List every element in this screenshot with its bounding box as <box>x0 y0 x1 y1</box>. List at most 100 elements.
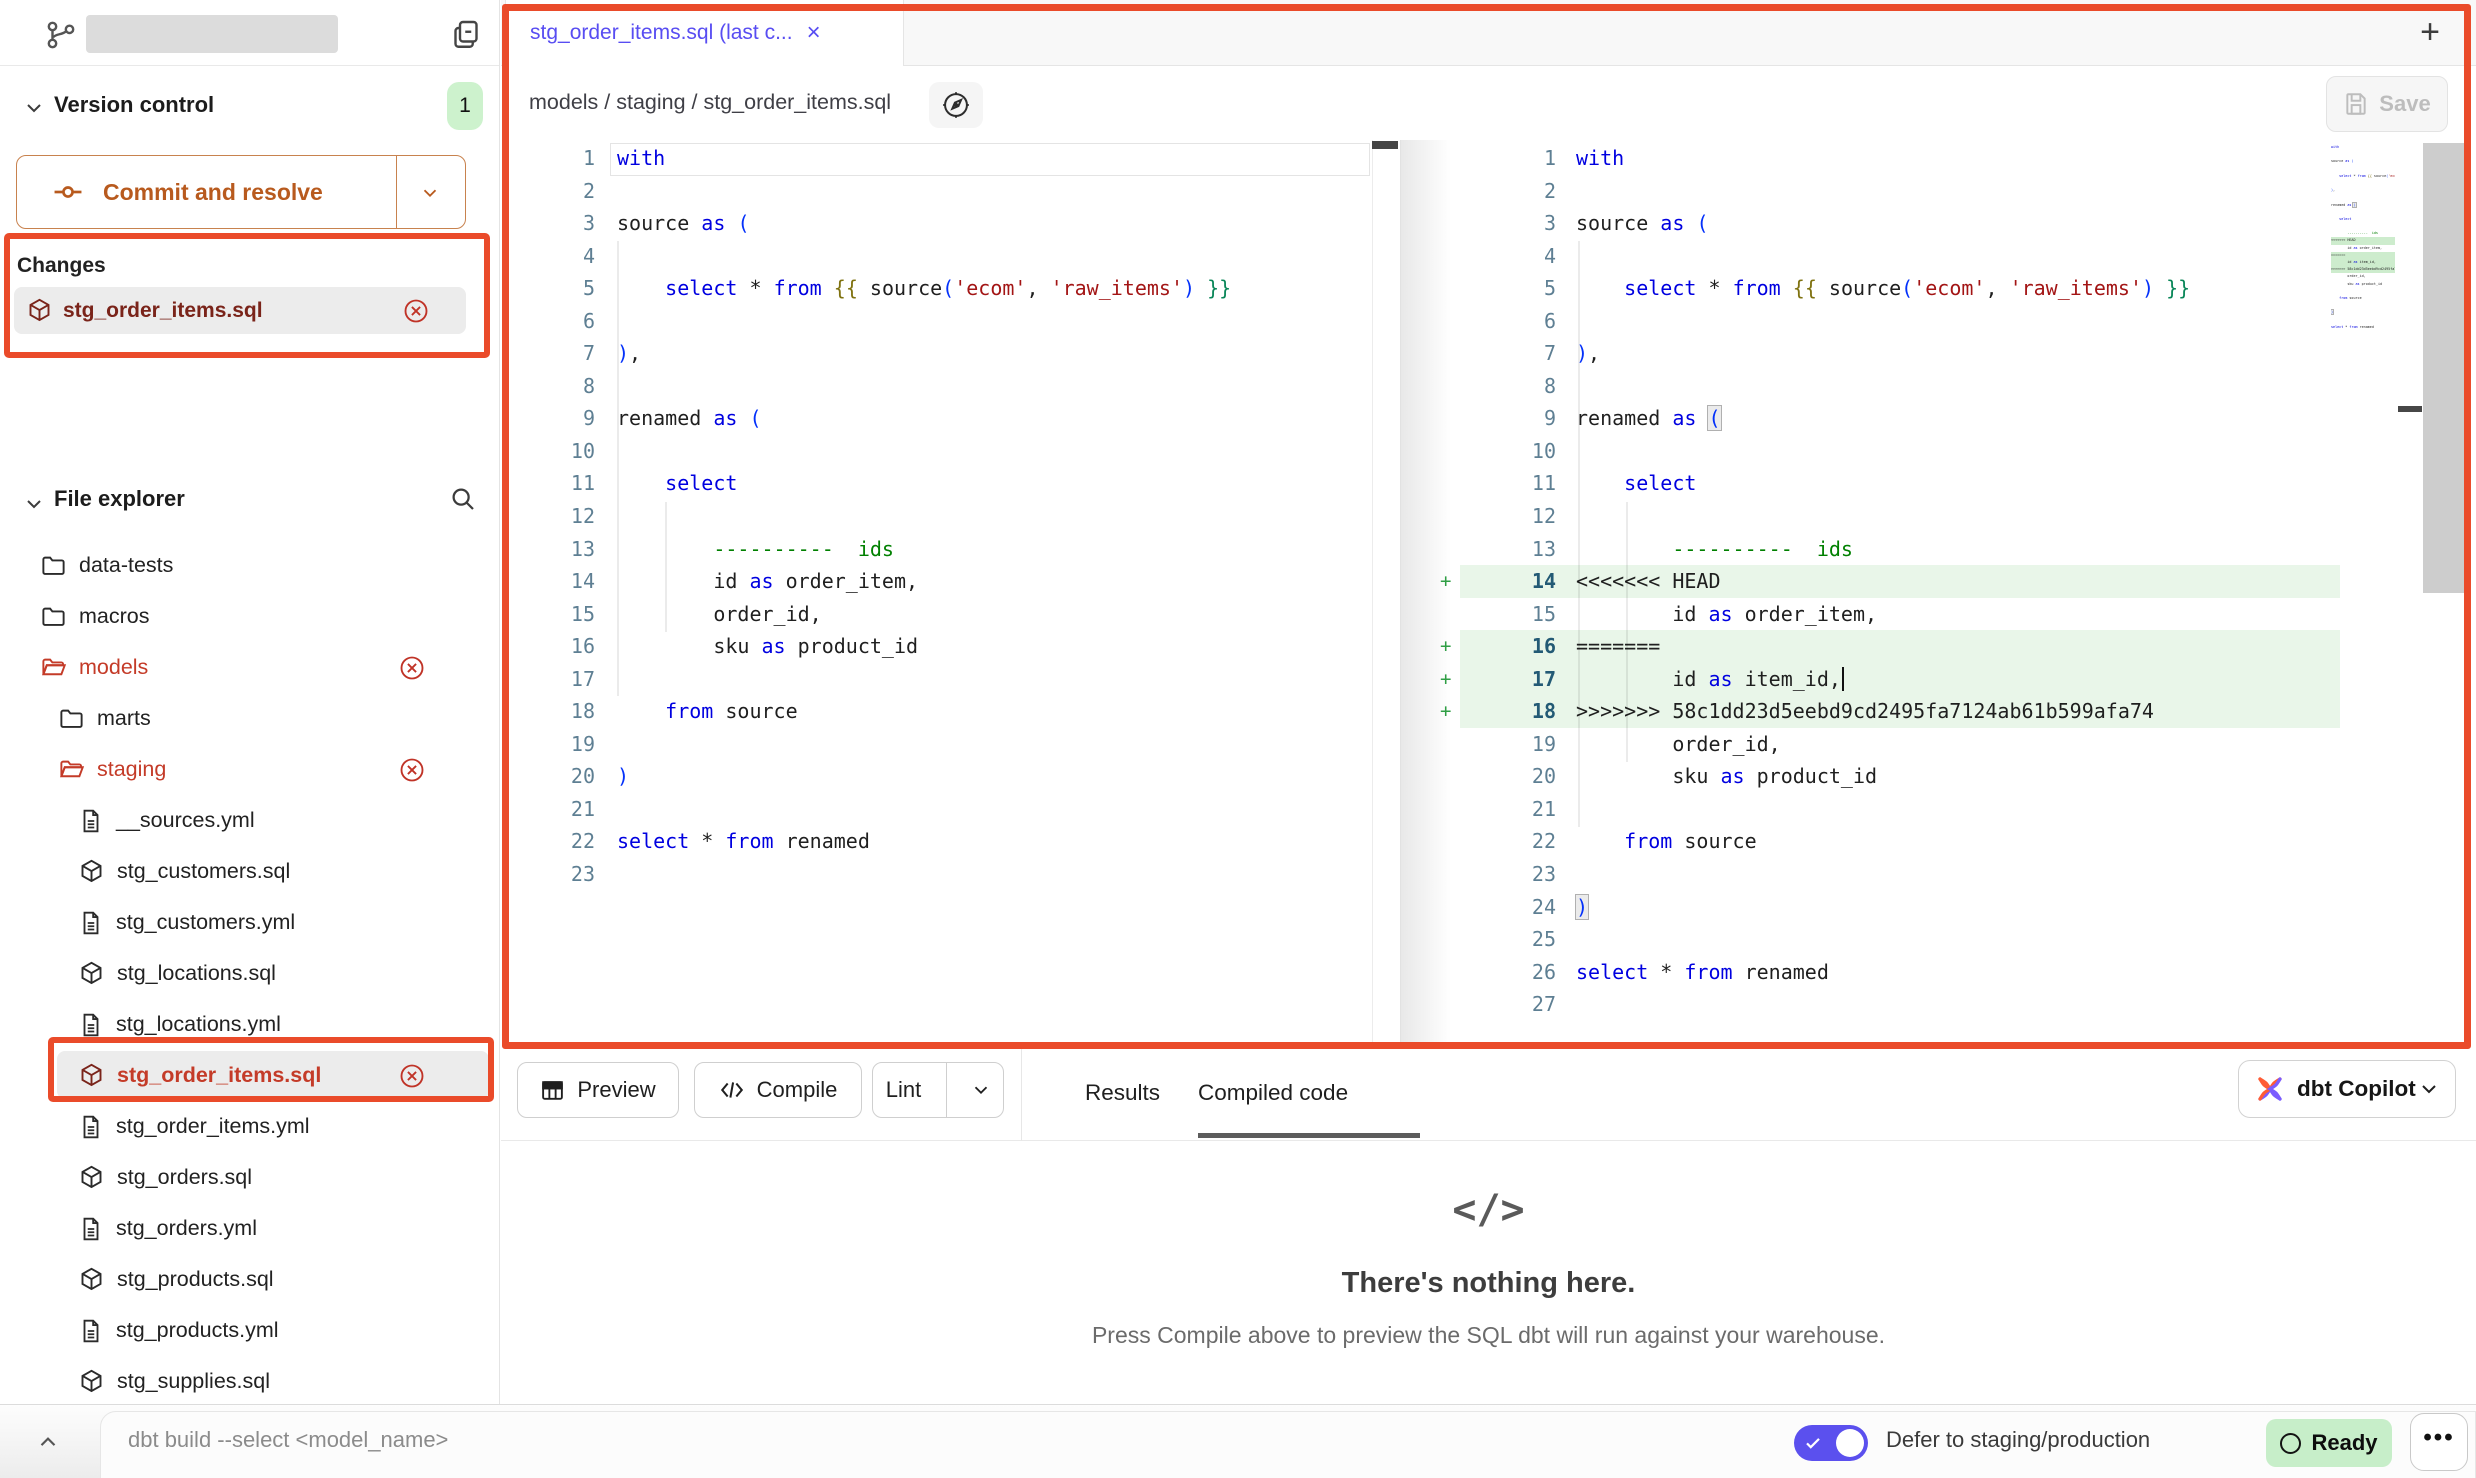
file-tree-item-marts[interactable]: marts <box>0 693 499 744</box>
tab-stg-order-items[interactable]: stg_order_items.sql (last c... × <box>505 0 904 66</box>
tab-compiled-code[interactable]: Compiled code <box>1198 1049 1348 1137</box>
compile-button[interactable]: Compile <box>694 1062 862 1118</box>
code-line-11[interactable]: 11 select <box>1440 467 2340 500</box>
code-line-4[interactable]: 4 <box>507 240 1373 273</box>
discard-change-icon[interactable] <box>398 756 426 784</box>
code-line-16[interactable]: 16 sku as product_id <box>507 630 1373 663</box>
code-line-13[interactable]: 13 ---------- ids <box>1440 533 2340 566</box>
code-line-11[interactable]: 11 select <box>507 467 1373 500</box>
code-line-10[interactable]: 10 <box>507 435 1373 468</box>
code-line-12[interactable]: 12 <box>1440 500 2340 533</box>
defer-toggle[interactable] <box>1794 1425 1868 1461</box>
code-line-5[interactable]: 5 select * from {{ source('ecom', 'raw_i… <box>507 272 1373 305</box>
code-line-19[interactable]: 19 order_id, <box>1440 728 2340 761</box>
file-tree-item--sources-yml[interactable]: __sources.yml <box>0 795 499 846</box>
code-line-3[interactable]: 3source as ( <box>1440 207 2340 240</box>
overflow-menu-button[interactable]: ••• <box>2410 1413 2468 1471</box>
file-tree-item-stg-customers-sql[interactable]: stg_customers.sql <box>0 846 499 897</box>
code-line-18[interactable]: +18>>>>>>> 58c1dd23d5eebd9cd2495fa7124ab… <box>1440 695 2340 728</box>
code-line-2[interactable]: 2 <box>507 175 1373 208</box>
discard-change-icon[interactable] <box>398 1062 426 1090</box>
code-line-23[interactable]: 23 <box>507 858 1373 891</box>
code-line-22[interactable]: 22 from source <box>1440 825 2340 858</box>
file-tree-item-stg-orders-sql[interactable]: stg_orders.sql <box>0 1152 499 1203</box>
code-line-17[interactable]: 17 <box>507 663 1373 696</box>
code-line-1[interactable]: 1with <box>1440 142 2340 175</box>
preview-button[interactable]: Preview <box>517 1062 679 1118</box>
file-tree-item-data-tests[interactable]: data-tests <box>0 540 499 591</box>
chevron-down-icon[interactable] <box>22 96 46 120</box>
commit-dropdown-chevron-icon[interactable] <box>417 182 443 204</box>
file-tree-item-stg-products-yml[interactable]: stg_products.yml <box>0 1305 499 1356</box>
code-line-20[interactable]: 20 sku as product_id <box>1440 760 2340 793</box>
copy-docs-icon[interactable] <box>448 16 484 52</box>
editor-scrollbar-thumb[interactable] <box>2423 143 2468 593</box>
code-line-23[interactable]: 23 <box>1440 858 2340 891</box>
file-tree-item-stg-locations-yml[interactable]: stg_locations.yml <box>0 999 499 1050</box>
minimap[interactable]: withsource as ( select * from {{ source(… <box>2331 144 2395 338</box>
code-line-7[interactable]: 7), <box>507 337 1373 370</box>
new-tab-button[interactable]: + <box>2410 12 2450 52</box>
discard-change-icon[interactable] <box>402 297 430 325</box>
tab-results[interactable]: Results <box>1085 1049 1160 1137</box>
code-line-9[interactable]: 9renamed as ( <box>1440 402 2340 435</box>
file-tree-item-staging[interactable]: staging <box>0 744 499 795</box>
code-line-19[interactable]: 19 <box>507 728 1373 761</box>
connection-status-badge[interactable]: Ready <box>2266 1419 2392 1467</box>
code-line-26[interactable]: 26select * from renamed <box>1440 956 2340 989</box>
code-line-15[interactable]: 15 id as order_item, <box>1440 598 2340 631</box>
commit-and-resolve-button[interactable]: Commit and resolve <box>16 155 466 229</box>
code-line-21[interactable]: 21 <box>507 793 1373 826</box>
file-tree-item-stg-order-items-yml[interactable]: stg_order_items.yml <box>0 1101 499 1152</box>
code-line-5[interactable]: 5 select * from {{ source('ecom', 'raw_i… <box>1440 272 2340 305</box>
file-tree-item-stg-supplies-sql[interactable]: stg_supplies.sql <box>0 1356 499 1407</box>
code-line-27[interactable]: 27 <box>1440 988 2340 1021</box>
code-line-17[interactable]: +17 id as item_id, <box>1440 663 2340 696</box>
file-tree-item-stg-customers-yml[interactable]: stg_customers.yml <box>0 897 499 948</box>
tab-close-icon[interactable]: × <box>807 19 821 47</box>
save-button[interactable]: Save <box>2326 76 2448 132</box>
code-line-8[interactable]: 8 <box>1440 370 2340 403</box>
code-line-1[interactable]: 1with <box>507 142 1373 175</box>
changed-file-row[interactable]: stg_order_items.sql <box>14 287 466 334</box>
code-line-22[interactable]: 22select * from renamed <box>507 825 1373 858</box>
file-tree-item-stg-order-items-sql[interactable]: stg_order_items.sql <box>0 1050 499 1101</box>
branch-icon[interactable] <box>44 18 78 52</box>
chevron-down-icon[interactable] <box>22 492 46 516</box>
file-tree-item-stg-locations-sql[interactable]: stg_locations.sql <box>0 948 499 999</box>
code-line-14[interactable]: 14 id as order_item, <box>507 565 1373 598</box>
code-line-9[interactable]: 9renamed as ( <box>507 402 1373 435</box>
code-line-12[interactable]: 12 <box>507 500 1373 533</box>
file-tree-item-models[interactable]: models <box>0 642 499 693</box>
discard-change-icon[interactable] <box>398 654 426 682</box>
lint-dropdown-chevron-icon[interactable] <box>959 1079 1003 1101</box>
code-line-16[interactable]: +16======= <box>1440 630 2340 663</box>
code-line-6[interactable]: 6 <box>507 305 1373 338</box>
code-line-21[interactable]: 21 <box>1440 793 2340 826</box>
code-line-13[interactable]: 13 ---------- ids <box>507 533 1373 566</box>
command-input-placeholder[interactable]: dbt build --select <model_name> <box>128 1427 448 1453</box>
code-line-4[interactable]: 4 <box>1440 240 2340 273</box>
code-line-14[interactable]: +14<<<<<<< HEAD <box>1440 565 2340 598</box>
file-tree-item-stg-orders-yml[interactable]: stg_orders.yml <box>0 1203 499 1254</box>
code-line-25[interactable]: 25 <box>1440 923 2340 956</box>
code-line-20[interactable]: 20) <box>507 760 1373 793</box>
file-tree-item-stg-products-sql[interactable]: stg_products.sql <box>0 1254 499 1305</box>
dbt-copilot-button[interactable]: dbt Copilot <box>2238 1060 2456 1118</box>
lineage-compass-button[interactable] <box>929 82 983 128</box>
lint-split-button[interactable]: Lint <box>872 1062 1004 1118</box>
left-scrollbar-thumb[interactable] <box>1372 141 1398 149</box>
code-line-24[interactable]: 24) <box>1440 891 2340 924</box>
code-line-8[interactable]: 8 <box>507 370 1373 403</box>
search-icon[interactable] <box>448 484 478 514</box>
file-tree-item-macros[interactable]: macros <box>0 591 499 642</box>
code-line-7[interactable]: 7), <box>1440 337 2340 370</box>
code-line-10[interactable]: 10 <box>1440 435 2340 468</box>
editor-pane-modified[interactable]: 1with23source as (45 select * from {{ so… <box>1440 142 2340 1021</box>
code-line-6[interactable]: 6 <box>1440 305 2340 338</box>
code-line-18[interactable]: 18 from source <box>507 695 1373 728</box>
editor-pane-original[interactable]: 1with23source as (45 select * from {{ so… <box>507 142 1373 891</box>
code-line-3[interactable]: 3source as ( <box>507 207 1373 240</box>
code-line-2[interactable]: 2 <box>1440 175 2340 208</box>
code-line-15[interactable]: 15 order_id, <box>507 598 1373 631</box>
